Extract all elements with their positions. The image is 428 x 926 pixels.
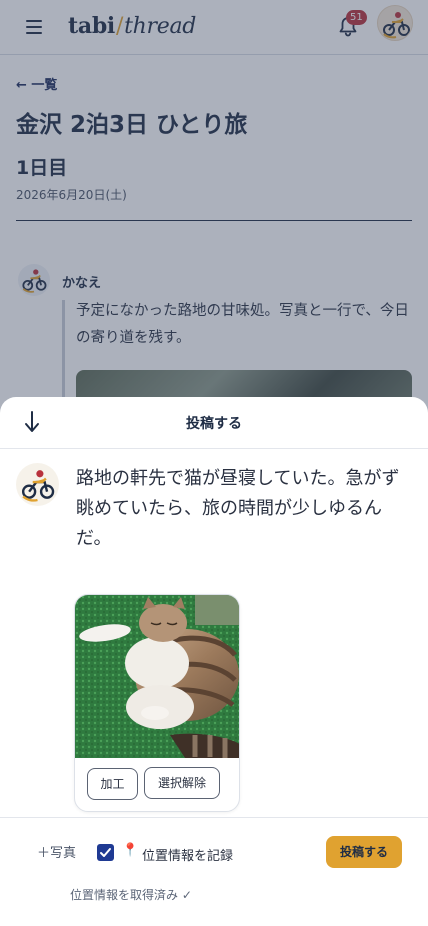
- pin-icon: 📍: [122, 843, 139, 858]
- add-photo-button[interactable]: ＋写真: [37, 842, 76, 861]
- compose-sheet: 投稿する 路地の軒先で猫が昼寝していた。急がず眺めていたら、旅の時間が少しゆるん…: [0, 397, 428, 926]
- compose-textarea[interactable]: 路地の軒先で猫が昼寝していた。急がず眺めていたら、旅の時間が少しゆるんだ。: [76, 464, 412, 554]
- location-status: 位置情報を取得済み ✓: [70, 888, 192, 902]
- cat-napping-photo[interactable]: [75, 595, 239, 758]
- submit-post-button[interactable]: 投稿する: [326, 836, 402, 868]
- record-location-checkbox[interactable]: [97, 844, 114, 861]
- sheet-header: 投稿する: [0, 397, 428, 449]
- compose-footer: ＋写真 📍 位置情報を記録 投稿する 位置情報を取得済み ✓: [0, 817, 428, 926]
- composer-avatar: [16, 463, 59, 506]
- sheet-title: 投稿する: [186, 416, 242, 432]
- remove-photo-button[interactable]: 選択解除: [144, 767, 220, 799]
- record-location-label[interactable]: 位置情報を記録: [142, 845, 233, 864]
- attachment-card: 加工 選択解除: [74, 594, 240, 812]
- edit-photo-button[interactable]: 加工: [87, 768, 138, 800]
- motorcycle-icon: [21, 470, 55, 502]
- check-icon: [100, 848, 111, 857]
